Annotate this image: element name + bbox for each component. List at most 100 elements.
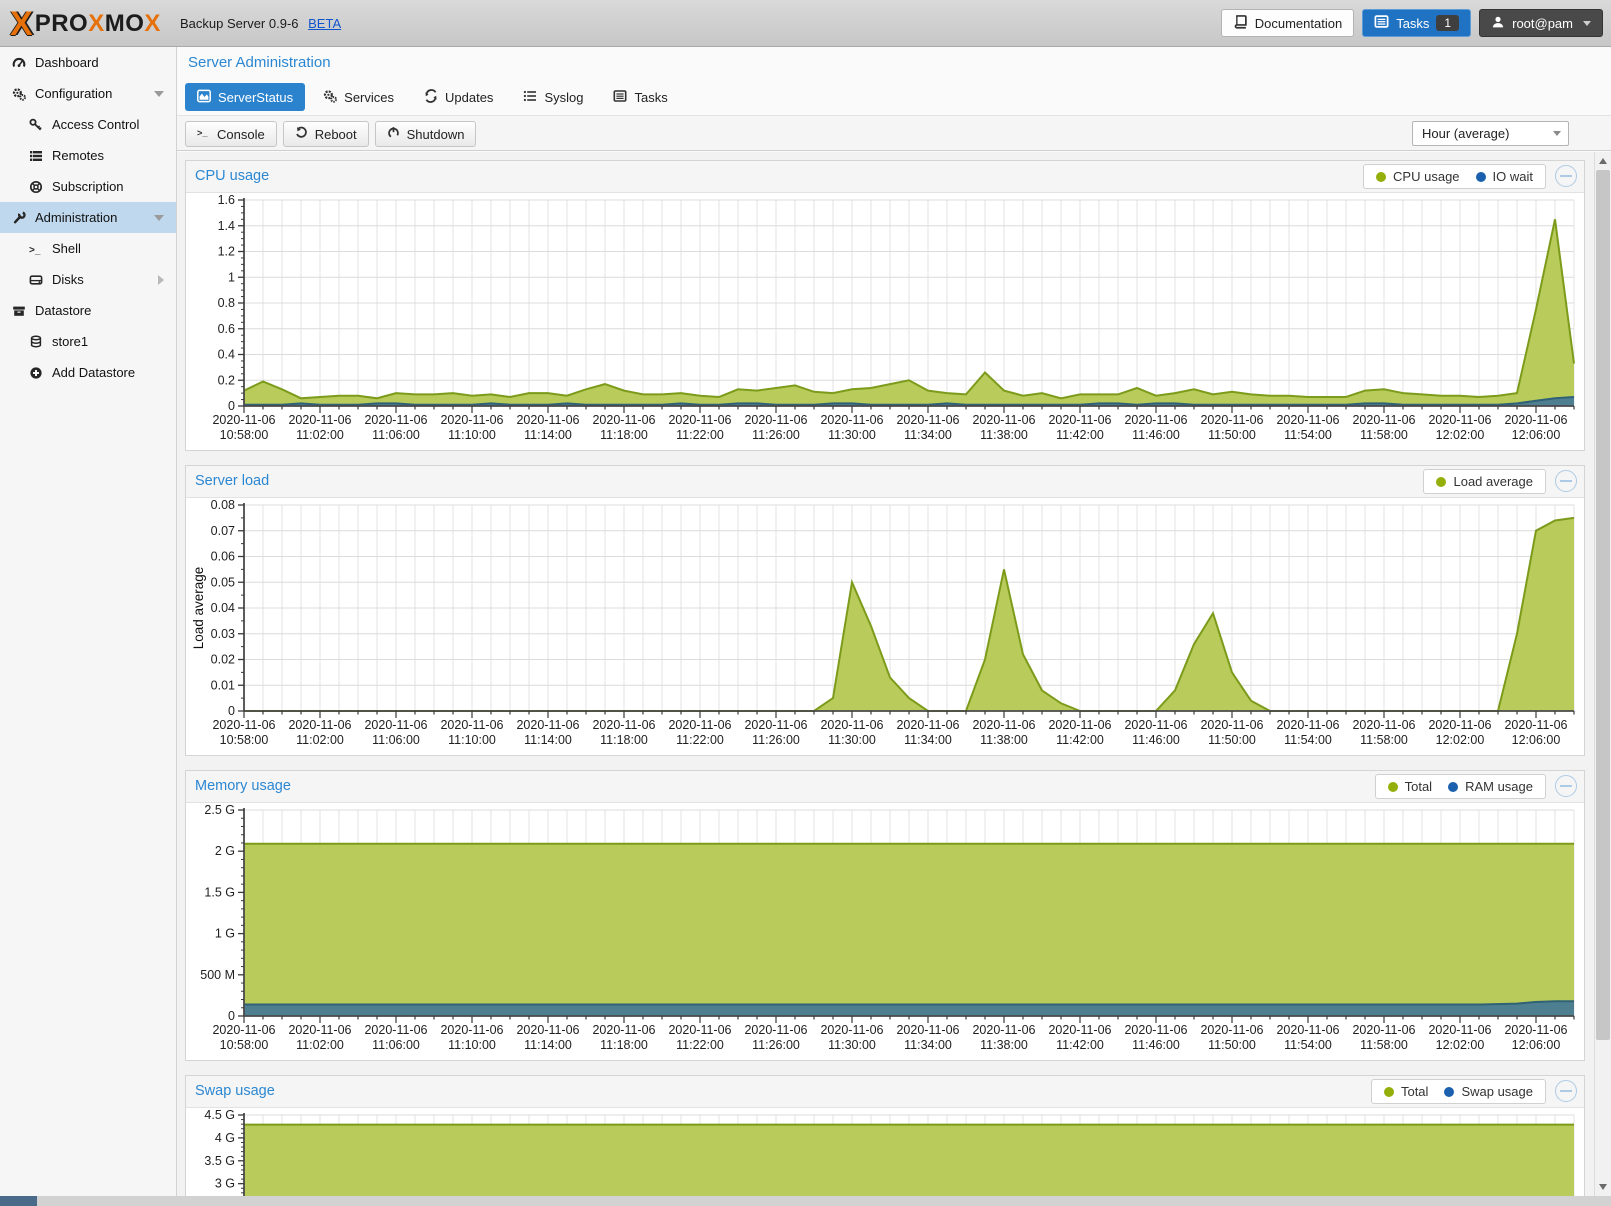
tab-serverstatus[interactable]: ServerStatus <box>185 83 305 111</box>
svg-text:0: 0 <box>228 704 235 718</box>
tasks-button[interactable]: Tasks 1 <box>1362 9 1471 37</box>
toolbar-button-label: Reboot <box>315 127 357 142</box>
svg-text:11:14:00: 11:14:00 <box>524 733 572 747</box>
sidebar-item-label: Shell <box>52 241 81 256</box>
minus-circle-icon[interactable] <box>1555 1080 1577 1102</box>
minus-circle-icon[interactable] <box>1555 470 1577 492</box>
sidebar-item-remotes[interactable]: Remotes <box>0 140 176 171</box>
shutdown-button[interactable]: Shutdown <box>375 121 477 147</box>
product-version: Backup Server 0.9-6 <box>180 16 299 31</box>
svg-text:11:42:00: 11:42:00 <box>1056 1038 1104 1052</box>
svg-text:2020-11-06: 2020-11-06 <box>592 718 655 732</box>
svg-text:2020-11-06: 2020-11-06 <box>1276 413 1339 427</box>
sidebar-item-shell[interactable]: >_ Shell <box>0 233 176 264</box>
svg-text:3.5 G: 3.5 G <box>204 1154 235 1168</box>
svg-text:2020-11-06: 2020-11-06 <box>1124 718 1187 732</box>
tab-label: Tasks <box>634 90 667 105</box>
svg-text:2020-11-06: 2020-11-06 <box>820 718 883 732</box>
vertical-scrollbar[interactable] <box>1594 152 1611 1196</box>
proxmox-logo[interactable]: XPROXMOX <box>10 4 161 44</box>
sidebar-item-store1[interactable]: store1 <box>0 326 176 357</box>
svg-text:2020-11-06: 2020-11-06 <box>592 1023 655 1037</box>
sidebar-item-disks[interactable]: Disks <box>0 264 176 295</box>
svg-text:11:42:00: 11:42:00 <box>1056 428 1104 442</box>
chart-legend: CPU usage IO wait <box>1363 164 1546 189</box>
scrollbar-up-arrow[interactable] <box>1595 153 1611 169</box>
sidebar-item-dashboard[interactable]: Dashboard <box>0 47 176 78</box>
scrollbar-thumb[interactable] <box>1596 170 1610 1040</box>
svg-text:11:38:00: 11:38:00 <box>980 428 1028 442</box>
svg-text:2020-11-06: 2020-11-06 <box>288 718 351 732</box>
list-icon <box>523 89 537 106</box>
expander-down-icon[interactable] <box>154 91 164 97</box>
chart-plot: 2020-11-0610:58:002020-11-0611:02:002020… <box>190 500 1580 750</box>
list-alt-icon <box>613 89 627 106</box>
toolbar-button-label: Console <box>217 127 265 142</box>
sidebar-item-access-control[interactable]: Access Control <box>0 109 176 140</box>
svg-text:11:18:00: 11:18:00 <box>600 733 648 747</box>
sidebar-item-datastore[interactable]: Datastore <box>0 295 176 326</box>
tab-services[interactable]: Services <box>311 83 406 111</box>
beta-link[interactable]: BETA <box>308 16 341 31</box>
svg-text:12:06:00: 12:06:00 <box>1512 1038 1561 1052</box>
console-button[interactable]: >_ Console <box>185 121 277 147</box>
list-alt-icon <box>1374 14 1389 32</box>
panel-header: CPU usage CPU usage IO wait <box>186 161 1584 193</box>
svg-text:2020-11-06: 2020-11-06 <box>820 413 883 427</box>
expander-down-icon[interactable] <box>154 215 164 221</box>
svg-text:2020-11-06: 2020-11-06 <box>1200 718 1263 732</box>
terminal-icon: >_ <box>197 126 210 142</box>
svg-text:2020-11-06: 2020-11-06 <box>1428 413 1491 427</box>
documentation-label: Documentation <box>1255 16 1342 31</box>
sidebar-item-configuration[interactable]: Configuration <box>0 78 176 109</box>
time-range-select[interactable]: Hour (average) <box>1412 121 1569 146</box>
book-icon <box>1233 14 1248 32</box>
svg-text:1: 1 <box>228 270 235 284</box>
svg-text:11:38:00: 11:38:00 <box>980 1038 1028 1052</box>
svg-text:2.5 G: 2.5 G <box>204 805 235 817</box>
panel-title: Memory usage <box>195 778 291 794</box>
scrollbar-down-arrow[interactable] <box>1595 1179 1611 1195</box>
expander-right-icon[interactable] <box>158 275 164 285</box>
reboot-button[interactable]: Reboot <box>283 121 369 147</box>
svg-text:3 G: 3 G <box>215 1177 235 1191</box>
svg-text:11:26:00: 11:26:00 <box>752 733 800 747</box>
tab-tasks[interactable]: Tasks <box>601 83 679 111</box>
svg-text:2020-11-06: 2020-11-06 <box>516 1023 579 1037</box>
legend-entry: Total <box>1388 779 1432 794</box>
svg-text:2020-11-06: 2020-11-06 <box>1200 1023 1263 1037</box>
tab-updates[interactable]: Updates <box>412 83 505 111</box>
chevron-down-icon <box>1583 21 1591 26</box>
sidebar-item-administration[interactable]: Administration <box>0 202 176 233</box>
svg-text:4.5 G: 4.5 G <box>204 1110 235 1122</box>
svg-text:2020-11-06: 2020-11-06 <box>668 413 731 427</box>
svg-text:12:02:00: 12:02:00 <box>1436 733 1485 747</box>
brand-letter: R <box>51 9 69 39</box>
svg-text:11:42:00: 11:42:00 <box>1056 733 1104 747</box>
minus-circle-icon[interactable] <box>1555 775 1577 797</box>
product-name: Backup Server 0.9-6 BETA <box>180 16 341 31</box>
svg-text:11:30:00: 11:30:00 <box>828 428 876 442</box>
panel-body: 2020-11-0610:58:002020-11-0611:02:002020… <box>186 803 1584 1060</box>
svg-text:2020-11-06: 2020-11-06 <box>896 413 959 427</box>
minus-circle-icon[interactable] <box>1555 165 1577 187</box>
svg-text:11:46:00: 11:46:00 <box>1132 733 1180 747</box>
panel-cpu-usage: CPU usage CPU usage IO wait 2020-11-0610… <box>185 160 1585 451</box>
svg-text:2020-11-06: 2020-11-06 <box>1352 1023 1415 1037</box>
svg-text:11:02:00: 11:02:00 <box>296 1038 344 1052</box>
panel-header: Swap usage Total Swap usage <box>186 1076 1584 1108</box>
chart-plot: 2020-11-0610:58:002020-11-0611:02:002020… <box>190 1110 1580 1196</box>
sidebar-item-subscription[interactable]: Subscription <box>0 171 176 202</box>
gears-icon <box>9 87 29 101</box>
legend-dot-icon <box>1376 172 1386 182</box>
user-label: root@pam <box>1512 16 1573 31</box>
svg-text:0: 0 <box>228 1009 235 1023</box>
sidebar-item-add-datastore[interactable]: Add Datastore <box>0 357 176 388</box>
hdd-icon <box>26 273 46 287</box>
documentation-button[interactable]: Documentation <box>1221 9 1354 37</box>
panel-server-load: Server load Load average 2020-11-0610:58… <box>185 465 1585 756</box>
svg-text:11:54:00: 11:54:00 <box>1284 428 1332 442</box>
user-menu-button[interactable]: root@pam <box>1479 9 1603 37</box>
tab-syslog[interactable]: Syslog <box>511 83 595 111</box>
svg-text:2020-11-06: 2020-11-06 <box>1124 1023 1187 1037</box>
